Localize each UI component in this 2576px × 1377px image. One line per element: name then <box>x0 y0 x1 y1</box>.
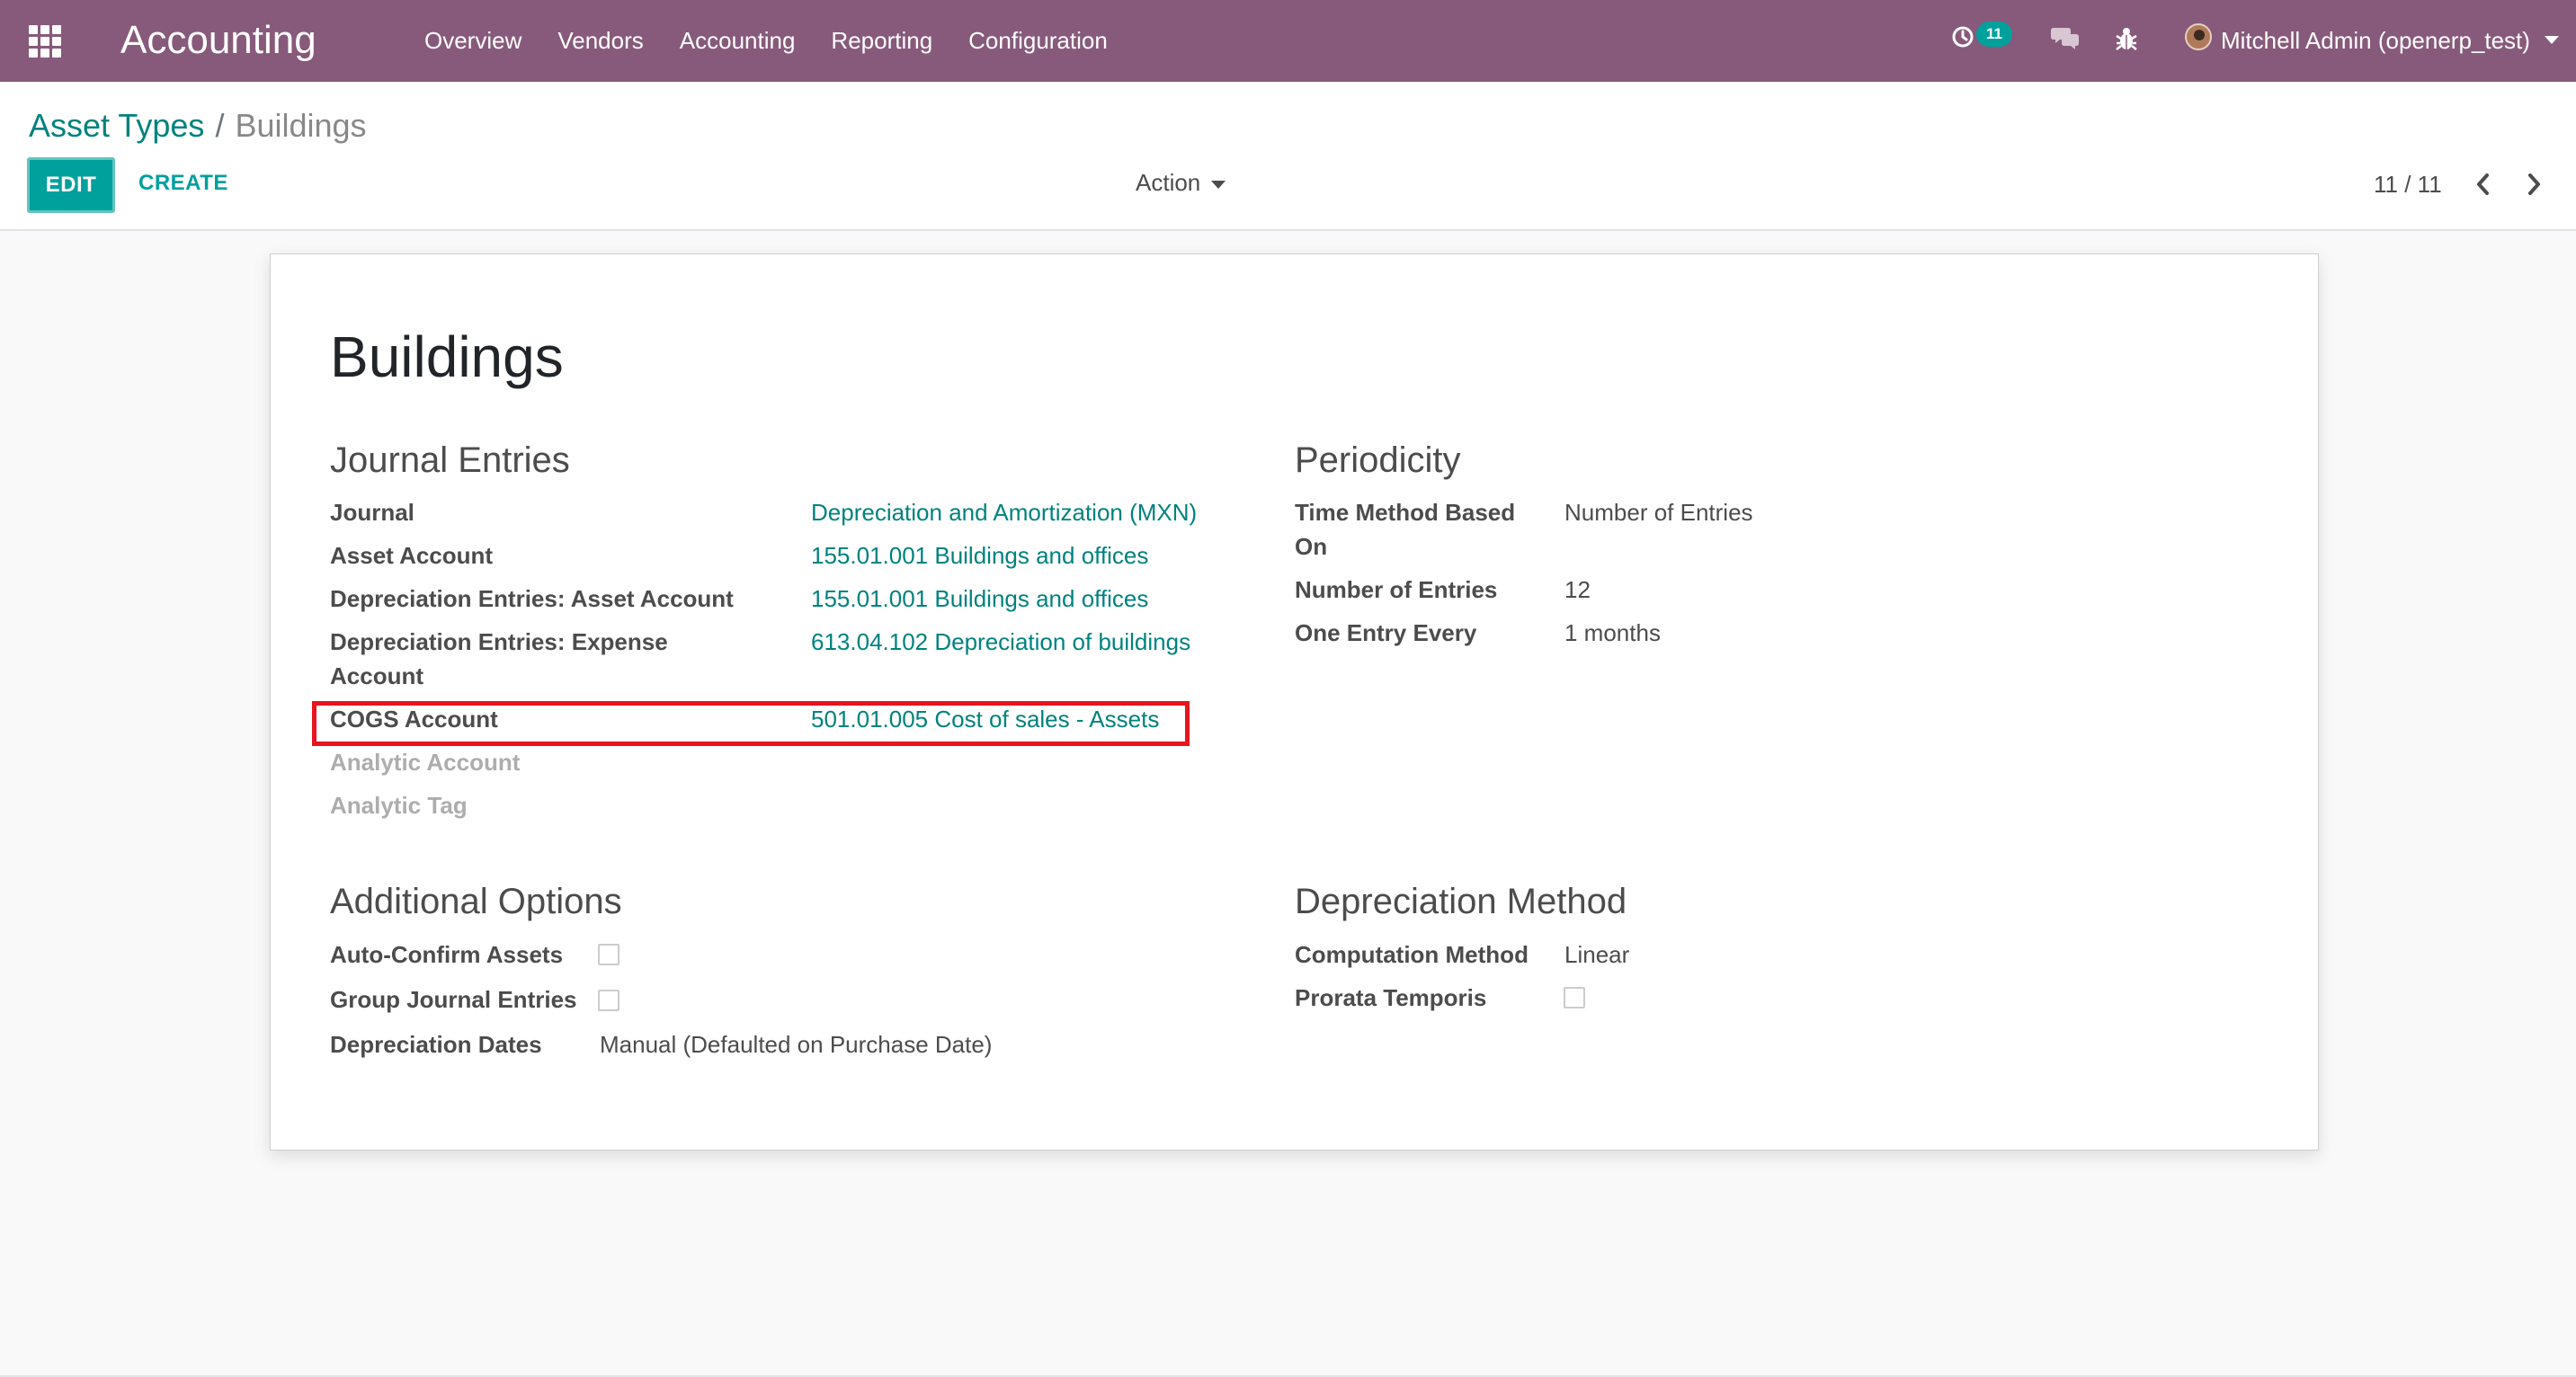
cogs-highlight-box <box>312 701 1190 746</box>
record-title: Buildings <box>330 324 564 389</box>
analytic-tag-label: Analytic Tag <box>330 792 468 819</box>
user-menu[interactable]: Mitchell Admin (openerp_test) <box>2221 25 2530 56</box>
apps-menu-icon[interactable] <box>29 25 61 58</box>
periodicity-group-title: Periodicity <box>1295 440 1461 480</box>
breadcrumb: Asset Types / Buildings <box>29 105 367 147</box>
journal-value[interactable]: Depreciation and Amortization (MXN) <box>811 495 1197 529</box>
action-dropdown-label: Action <box>1136 169 1201 196</box>
asset-account-label: Asset Account <box>330 542 494 569</box>
journal-label: Journal <box>330 499 414 526</box>
menu-item-overview[interactable]: Overview <box>424 27 521 55</box>
depreciation-method-group-title: Depreciation Method <box>1295 882 1627 921</box>
computation-method-label: Computation Method <box>1295 941 1529 968</box>
form-sheet: Buildings Journal Entries Journal Deprec… <box>270 253 2319 1150</box>
menu-item-configuration[interactable]: Configuration <box>968 27 1108 55</box>
breadcrumb-current: Buildings <box>235 107 367 144</box>
group-journal-entries-label: Group Journal Entries <box>330 986 577 1013</box>
menu-item-reporting[interactable]: Reporting <box>831 27 932 55</box>
time-method-label: Time Method Based On <box>1295 495 1515 564</box>
activity-clock-icon[interactable] <box>1951 25 1974 49</box>
prorata-temporis-label: Prorata Temporis <box>1295 984 1487 1011</box>
depreciation-asset-account-value[interactable]: 155.01.001 Buildings and offices <box>811 582 1148 616</box>
one-entry-every-value: 1 months <box>1564 619 1661 646</box>
auto-confirm-assets-checkbox[interactable] <box>598 944 619 965</box>
asset-account-value[interactable]: 155.01.001 Buildings and offices <box>811 538 1148 573</box>
breadcrumb-asset-types[interactable]: Asset Types <box>29 107 204 144</box>
create-button[interactable]: CREATE <box>138 171 228 196</box>
depreciation-expense-account-label-line1: Depreciation Entries: Expense <box>330 628 668 655</box>
depreciation-expense-account-value[interactable]: 613.04.102 Depreciation of buildings <box>811 625 1190 659</box>
menu-item-accounting[interactable]: Accounting <box>680 27 796 55</box>
one-entry-every-label: One Entry Every <box>1295 619 1477 646</box>
auto-confirm-assets-label: Auto-Confirm Assets <box>330 941 564 968</box>
top-navbar: Accounting Overview Vendors Accounting R… <box>0 0 2576 82</box>
edit-button[interactable]: EDIT <box>27 157 115 213</box>
chat-icon[interactable] <box>2051 25 2080 50</box>
prorata-temporis-checkbox[interactable] <box>1564 987 1585 1008</box>
user-avatar[interactable] <box>2185 23 2212 50</box>
user-menu-caret-icon[interactable] <box>2545 36 2559 44</box>
depreciation-expense-account-label-line2: Account <box>330 662 423 689</box>
analytic-account-label: Analytic Account <box>330 749 521 776</box>
menu-item-vendors[interactable]: Vendors <box>557 27 643 55</box>
main-menu: Overview Vendors Accounting Reporting Co… <box>424 0 1144 82</box>
action-dropdown[interactable]: Action <box>1136 169 1226 197</box>
debug-bug-icon[interactable] <box>2115 25 2138 52</box>
pager-previous-icon[interactable] <box>2473 172 2494 197</box>
pager-value[interactable]: 11 / 11 <box>2374 171 2442 199</box>
app-brand[interactable]: Accounting <box>120 14 316 67</box>
journal-entries-group-title: Journal Entries <box>330 440 570 480</box>
depreciation-dates-value: Manual (Defaulted on Purchase Date) <box>600 1031 993 1058</box>
breadcrumb-separator: / <box>215 107 225 144</box>
number-of-entries-label: Number of Entries <box>1295 576 1498 603</box>
chevron-down-icon <box>1211 180 1226 189</box>
depreciation-asset-account-label: Depreciation Entries: Asset Account <box>330 585 734 612</box>
computation-method-value: Linear <box>1564 941 1630 968</box>
time-method-label-line2: On <box>1295 533 1328 560</box>
time-method-value: Number of Entries <box>1564 499 1753 526</box>
number-of-entries-value: 12 <box>1564 576 1591 603</box>
pager-next-icon[interactable] <box>2523 172 2545 197</box>
group-journal-entries-checkbox[interactable] <box>598 990 619 1011</box>
depreciation-expense-account-label: Depreciation Entries: Expense Account <box>330 625 668 693</box>
control-panel: Asset Types / Buildings EDIT CREATE Action… <box>0 82 2576 231</box>
depreciation-dates-label: Depreciation Dates <box>330 1031 542 1058</box>
activity-count-badge[interactable]: 11 <box>1976 22 2012 47</box>
time-method-label-line1: Time Method Based <box>1295 499 1516 526</box>
additional-options-group-title: Additional Options <box>330 882 622 921</box>
